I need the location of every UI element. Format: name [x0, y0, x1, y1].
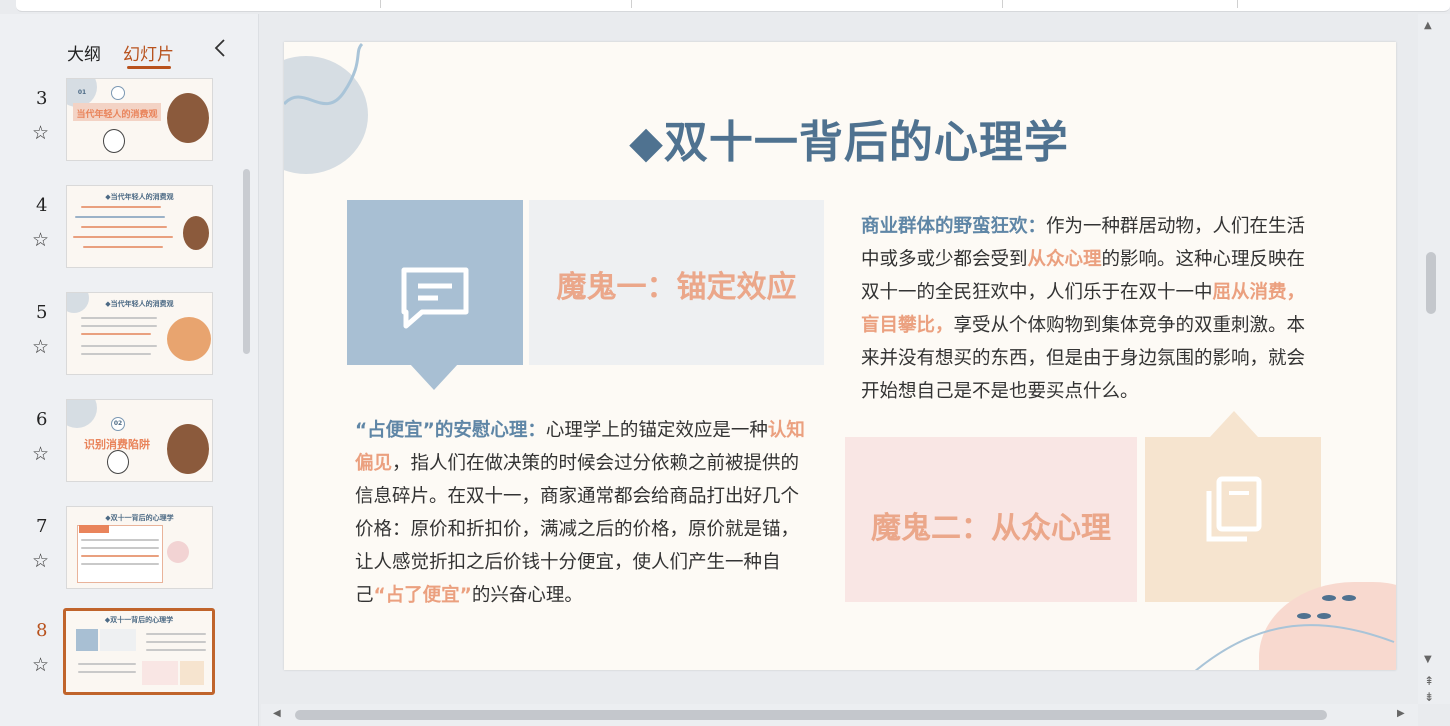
decor-swirl	[1194, 595, 1395, 670]
demon1-label-box: 魔鬼一：锚定效应	[529, 200, 824, 365]
tab-slides-underline	[127, 66, 171, 69]
slide-thumbnail[interactable]: ◆当代年轻人的消费观	[66, 185, 213, 268]
demon2-label: 魔鬼二：从众心理	[871, 511, 1111, 546]
slide-number: 6	[36, 409, 48, 430]
demon1-pointer	[410, 364, 458, 390]
thumbnail-badge: 02	[113, 420, 123, 427]
star-icon[interactable]: ☆	[32, 443, 49, 465]
toolbar-divider	[380, 0, 381, 8]
star-icon[interactable]: ☆	[32, 550, 49, 572]
para1-text-c: 的兴奋心理。	[471, 585, 583, 606]
vertical-scroll-thumb[interactable]	[1426, 252, 1436, 314]
demon1-icon-box	[347, 200, 523, 365]
copy-icon	[1206, 476, 1262, 542]
top-toolbar-strip	[0, 0, 1450, 14]
para1-lead: “占便宜”的安慰心理：	[355, 420, 546, 441]
next-slide-icon[interactable]: ⇟	[1424, 690, 1434, 704]
vertical-scrollbar[interactable]: ▲ ▼ ⇞ ⇟	[1418, 14, 1450, 704]
horizontal-scroll-thumb[interactable]	[295, 710, 1327, 720]
toolbar-divider	[1237, 0, 1238, 8]
slide-number: 3	[36, 88, 48, 109]
toolbar-divider	[1002, 0, 1003, 8]
thumbnail-title: ◆双十一背后的心理学	[104, 616, 174, 624]
toolbar-edge	[16, 0, 1450, 12]
thumbnail-badge: 01	[77, 89, 87, 96]
tab-outline[interactable]: 大纲	[67, 40, 101, 65]
star-icon[interactable]: ☆	[32, 336, 49, 358]
slide-title: ◆双十一背后的心理学	[629, 117, 1069, 168]
slide-number: 4	[36, 195, 48, 216]
star-icon[interactable]: ☆	[32, 122, 49, 144]
slides-panel: 大纲 幻灯片 3 ☆ 01 当代年轻人的消费观 4 ☆ ◆当代年轻人的消费观 5…	[0, 14, 259, 726]
para2-highlight-1: 从众心理	[1027, 249, 1102, 270]
para1-highlight-2: “占了便宜”	[373, 585, 472, 606]
thumbnail-title: ◆当代年轻人的消费观	[105, 300, 174, 308]
scroll-up-icon[interactable]: ▲	[1424, 20, 1432, 31]
comment-icon	[401, 267, 469, 329]
slide-thumbnail[interactable]: 01 当代年轻人的消费观	[66, 78, 213, 161]
para1-text-a: 心理学上的锚定效应是一种	[545, 420, 768, 441]
toolbar-divider	[631, 0, 632, 8]
slide-thumbnail-active[interactable]: ◆双十一背后的心理学	[63, 608, 215, 695]
scroll-down-icon[interactable]: ▼	[1424, 654, 1432, 665]
slide-thumbnail[interactable]: 02 识别消费陷阱	[66, 399, 213, 482]
chevron-left-icon[interactable]	[214, 38, 226, 62]
paragraph-anchoring: “占便宜”的安慰心理：心理学上的锚定效应是一种认知偏见，指人们在做决策的时候会过…	[355, 414, 805, 612]
thumbnail-title: 当代年轻人的消费观	[76, 110, 158, 120]
star-icon[interactable]: ☆	[32, 229, 49, 251]
demon1-label: 魔鬼一：锚定效应	[556, 270, 797, 305]
demon2-label-box: 魔鬼二：从众心理	[845, 437, 1137, 602]
slide-canvas: ◆双十一背后的心理学 魔鬼一：锚定效应 “占便宜”的安慰心理：心理学上的锚定效应…	[261, 14, 1418, 704]
scroll-left-icon[interactable]: ◀	[273, 708, 281, 719]
slide-thumbnail[interactable]: ◆双十一背后的心理学	[66, 506, 213, 589]
panel-scrollbar[interactable]	[243, 169, 250, 354]
slide-number: 7	[36, 516, 48, 537]
horizontal-scrollbar[interactable]: ◀ ▶	[261, 704, 1418, 726]
para2-lead: 商业群体的野蛮狂欢：	[861, 216, 1047, 237]
para1-text-b: ，指人们在做决策的时候会过分依赖之前被提供的信息碎片。在双十一，商家通常都会给商…	[355, 453, 800, 606]
previous-slide-icon[interactable]: ⇞	[1424, 674, 1434, 688]
thumbnail-title: ◆双十一背后的心理学	[105, 514, 174, 522]
demon2-icon-box	[1145, 437, 1321, 602]
star-icon[interactable]: ☆	[32, 654, 49, 676]
slide-thumbnail[interactable]: ◆当代年轻人的消费观	[66, 292, 213, 375]
thumbnail-title: ◆当代年轻人的消费观	[105, 193, 174, 201]
slide-number: 8	[36, 620, 48, 641]
scroll-right-icon[interactable]: ▶	[1397, 708, 1405, 719]
paragraph-herd: 商业群体的野蛮狂欢：作为一种群居动物，人们在生活中或多或少都会受到从众心理的影响…	[861, 210, 1321, 408]
tab-slides[interactable]: 幻灯片	[123, 40, 174, 65]
slide[interactable]: ◆双十一背后的心理学 魔鬼一：锚定效应 “占便宜”的安慰心理：心理学上的锚定效应…	[284, 42, 1396, 670]
demon2-pointer	[1210, 411, 1258, 437]
slide-number: 5	[36, 302, 48, 323]
